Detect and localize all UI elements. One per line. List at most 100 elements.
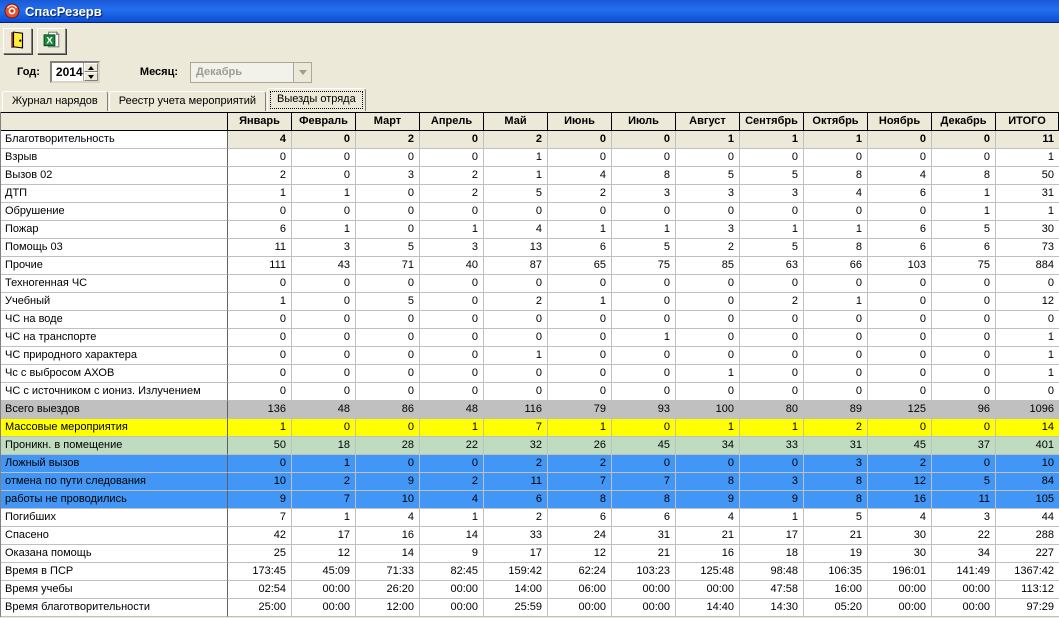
table-row[interactable]: Проникн. в помещение50182822322645343331… xyxy=(1,437,1059,455)
table-row[interactable]: ЧС на транспорте0000001000001 xyxy=(1,329,1059,347)
cell: 0 xyxy=(548,329,612,347)
cell: 0 xyxy=(932,455,996,473)
table-row[interactable]: Помощь 031135313652586673 xyxy=(1,239,1059,257)
table-row[interactable]: Погибших71412664154344 xyxy=(1,509,1059,527)
table-row[interactable]: Оказана помощь25121491712211618193034227 xyxy=(1,545,1059,563)
cell: 0 xyxy=(228,455,292,473)
cell: 2 xyxy=(868,455,932,473)
down-arrow-icon xyxy=(88,75,94,79)
cell: 0 xyxy=(868,383,932,401)
cell: 0 xyxy=(484,329,548,347)
combo-dropdown-button[interactable] xyxy=(293,63,311,82)
cell: 884 xyxy=(996,257,1059,275)
row-label: Массовые мероприятия xyxy=(1,419,228,437)
cell: 14:40 xyxy=(676,599,740,617)
cell: 1 xyxy=(740,419,804,437)
cell: 21 xyxy=(676,527,740,545)
cell: 14:00 xyxy=(484,581,548,599)
cell: 85 xyxy=(676,257,740,275)
cell: 0 xyxy=(356,329,420,347)
year-spinner[interactable]: 2014 xyxy=(50,61,100,83)
cell: 2 xyxy=(292,473,356,491)
table-row[interactable]: ЧС природного характера0000100000001 xyxy=(1,347,1059,365)
table-row[interactable]: работы не проводились971046889981611105 xyxy=(1,491,1059,509)
cell: 0 xyxy=(740,149,804,167)
cell: 4 xyxy=(868,167,932,185)
cell: 0 xyxy=(932,131,996,149)
tab-zhurnal-naryadov[interactable]: Журнал нарядов xyxy=(2,91,108,111)
cell: 11 xyxy=(484,473,548,491)
table-row[interactable]: Время благотворительности25:0000:0012:00… xyxy=(1,599,1059,617)
cell: 5 xyxy=(932,221,996,239)
exit-button[interactable] xyxy=(3,28,32,54)
cell: 2 xyxy=(228,167,292,185)
cell: 4 xyxy=(548,167,612,185)
table-row[interactable]: Спасено421716143324312117213022288 xyxy=(1,527,1059,545)
row-label: отмена по пути следования xyxy=(1,473,228,491)
cell: 0 xyxy=(612,293,676,311)
cell: 0 xyxy=(676,329,740,347)
row-label: Учебный xyxy=(1,293,228,311)
table-row[interactable]: Прочие11143714087657585636610375884 xyxy=(1,257,1059,275)
table-row[interactable]: ЧС на воде0000000000000 xyxy=(1,311,1059,329)
table-row[interactable]: Время учебы02:5400:0026:2000:0014:0006:0… xyxy=(1,581,1059,599)
cell: 1 xyxy=(420,419,484,437)
table-row[interactable]: Техногенная ЧС0000000000000 xyxy=(1,275,1059,293)
cell: 0 xyxy=(548,131,612,149)
cell: 8 xyxy=(612,167,676,185)
cell: 9 xyxy=(420,545,484,563)
cell: 0 xyxy=(868,293,932,311)
filter-row: Год: 2014 Месяц: Декабрь xyxy=(0,58,1059,86)
cell: 1 xyxy=(612,329,676,347)
cell: 30 xyxy=(996,221,1059,239)
cell: 1367:42 xyxy=(996,563,1059,581)
table-row[interactable]: Взрыв0000100000001 xyxy=(1,149,1059,167)
row-label: Вызов 02 xyxy=(1,167,228,185)
cell: 05:20 xyxy=(804,599,868,617)
table-row[interactable]: Учебный10502100210012 xyxy=(1,293,1059,311)
cell: 00:00 xyxy=(548,599,612,617)
year-up-button[interactable] xyxy=(84,63,98,72)
cell: 196:01 xyxy=(868,563,932,581)
tab-vyezdy-otryada[interactable]: Выезды отряда xyxy=(267,88,366,111)
table-row[interactable]: Благотворительность40202001110011 xyxy=(1,131,1059,149)
table-row[interactable]: Всего выездов136488648116799310080891259… xyxy=(1,401,1059,419)
table-row[interactable]: отмена по пути следования102921177838125… xyxy=(1,473,1059,491)
tab-reestr-ucheta-meropriyatiy[interactable]: Реестр учета мероприятий xyxy=(109,91,266,111)
cell: 7 xyxy=(228,509,292,527)
cell: 45 xyxy=(612,437,676,455)
cell: 14:30 xyxy=(740,599,804,617)
table-row[interactable]: Вызов 0220321485584850 xyxy=(1,167,1059,185)
cell: 18 xyxy=(292,437,356,455)
month-combobox[interactable]: Декабрь xyxy=(190,62,312,83)
chevron-down-icon xyxy=(299,70,307,75)
cell: 50 xyxy=(228,437,292,455)
export-excel-button[interactable]: X xyxy=(37,28,66,54)
table-row[interactable]: Время в ПСР173:4545:0971:3382:45159:4262… xyxy=(1,563,1059,581)
cell: 7 xyxy=(484,419,548,437)
table-row[interactable]: Массовые мероприятия10017101120014 xyxy=(1,419,1059,437)
cell: 25:00 xyxy=(228,599,292,617)
cell: 0 xyxy=(228,311,292,329)
cell: 50 xyxy=(996,167,1059,185)
grid-header-row: ЯнварьФевральМартАпрельМайИюньИюльАвгуст… xyxy=(1,112,1059,131)
cell: 86 xyxy=(356,401,420,419)
cell: 0 xyxy=(868,347,932,365)
cell: 2 xyxy=(804,419,868,437)
cell: 1 xyxy=(932,203,996,221)
table-row[interactable]: Чс с выбросом АХОВ0000000100001 xyxy=(1,365,1059,383)
table-row[interactable]: ЧС с источником с иониз. Излучением00000… xyxy=(1,383,1059,401)
table-row[interactable]: Пожар61014113116530 xyxy=(1,221,1059,239)
table-row[interactable]: Обрушение0000000000011 xyxy=(1,203,1059,221)
cell: 00:00 xyxy=(420,599,484,617)
year-down-button[interactable] xyxy=(84,72,98,81)
cell: 26:20 xyxy=(356,581,420,599)
cell: 12 xyxy=(868,473,932,491)
cell: 0 xyxy=(804,311,868,329)
cell: 8 xyxy=(932,167,996,185)
table-row[interactable]: ДТП11025233346131 xyxy=(1,185,1059,203)
door-exit-icon xyxy=(9,31,27,52)
cell: 16 xyxy=(676,545,740,563)
table-row[interactable]: Ложный вызов01002200032010 xyxy=(1,455,1059,473)
cell: 0 xyxy=(292,203,356,221)
